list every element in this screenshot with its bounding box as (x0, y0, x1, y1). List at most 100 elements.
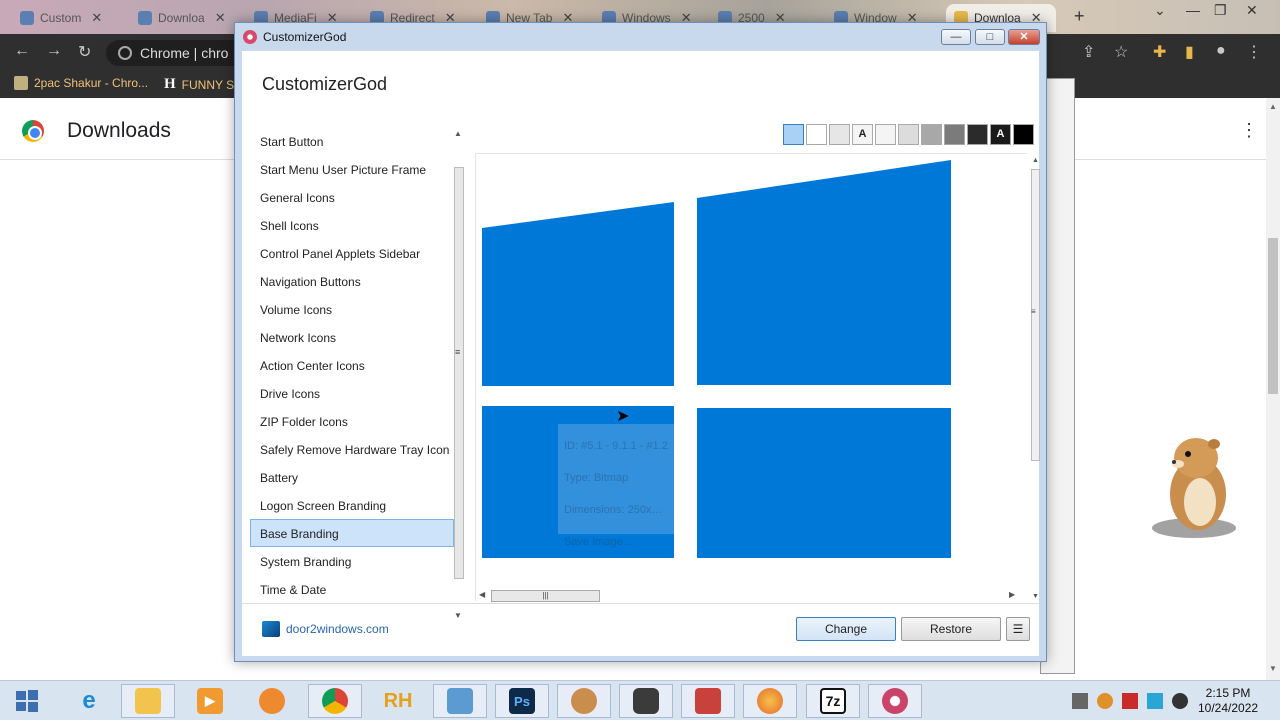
taskbar-clock-app[interactable] (619, 684, 673, 718)
taskbar-chrome[interactable] (308, 684, 362, 718)
close-button[interactable]: ✕ (1008, 29, 1040, 45)
category-item[interactable]: Time & Date (250, 575, 454, 603)
close-icon[interactable]: ✕ (1246, 2, 1258, 19)
logo-pane-top-right (697, 160, 951, 385)
minimize-button[interactable]: — (941, 29, 971, 45)
share-icon[interactable]: ⇪ (1082, 42, 1095, 62)
background-swatch[interactable] (967, 124, 988, 145)
bookmark-star-icon[interactable]: ☆ (1114, 42, 1128, 62)
category-item[interactable]: ZIP Folder Icons (250, 407, 454, 435)
back-icon[interactable]: ← (14, 42, 30, 60)
background-swatch[interactable] (1013, 124, 1034, 145)
background-swatches: AA (783, 124, 1034, 145)
tray-network-icon[interactable] (1147, 693, 1163, 709)
scroll-up-icon[interactable]: ▲ (1032, 157, 1039, 164)
menu-button[interactable]: ☰ (1006, 617, 1030, 641)
restore-icon[interactable]: ❐ (1214, 2, 1227, 19)
new-tab-icon[interactable]: + (1074, 6, 1085, 27)
extensions-icon[interactable]: ✚ (1153, 42, 1166, 62)
taskbar-hamster[interactable] (557, 684, 611, 718)
tray-search-icon[interactable] (1097, 693, 1113, 709)
side-panel-icon[interactable]: ▮ (1185, 42, 1194, 62)
category-item[interactable]: Drive Icons (250, 379, 454, 407)
background-swatch[interactable] (806, 124, 827, 145)
forward-icon[interactable]: → (46, 42, 62, 60)
taskbar-file-explorer[interactable] (121, 684, 175, 718)
category-item[interactable]: General Icons (250, 183, 454, 211)
taskbar-ie[interactable]: e (62, 684, 116, 718)
internet-explorer-icon: e (82, 687, 96, 714)
tab-search-icon[interactable]: ⌄ (1154, 2, 1166, 19)
tray-app-icon[interactable] (1072, 693, 1088, 709)
scroll-down-icon[interactable]: ▼ (1269, 664, 1277, 673)
category-item[interactable]: Battery (250, 463, 454, 491)
downloads-menu-icon[interactable]: ⋮ (1240, 120, 1258, 141)
browser-tab[interactable]: Downloa ✕ (130, 4, 234, 32)
scroll-up-icon[interactable]: ▲ (454, 129, 462, 138)
taskbar-7zip[interactable]: 7z (806, 684, 860, 718)
background-swatch[interactable]: A (852, 124, 873, 145)
category-item[interactable]: Navigation Buttons (250, 267, 454, 295)
minimize-icon[interactable]: — (1186, 2, 1200, 18)
background-swatch[interactable] (898, 124, 919, 145)
preview-vertical-scrollbar[interactable]: ▲ ≡ ▼ (1028, 153, 1042, 601)
bookmark-item[interactable]: H FUNNY S (164, 76, 234, 93)
category-item[interactable]: Volume Icons (250, 295, 454, 323)
start-button-icon[interactable] (16, 690, 38, 712)
page-scrollbar[interactable]: ▲ ▼ (1266, 98, 1280, 680)
tab-close-icon[interactable]: ✕ (215, 10, 226, 26)
category-item[interactable]: Network Icons (250, 323, 454, 351)
category-scrollbar[interactable]: ▲ ≡ ▼ (452, 127, 466, 627)
tab-close-icon[interactable]: ✕ (91, 10, 102, 26)
tray-volume-icon[interactable] (1172, 693, 1188, 709)
scroll-thumb[interactable]: ||| (491, 590, 600, 602)
background-swatch[interactable] (875, 124, 896, 145)
door2windows-logo-icon (262, 621, 280, 637)
taskbar-image-viewer[interactable] (433, 684, 487, 718)
background-swatch[interactable] (944, 124, 965, 145)
taskbar-toolbox[interactable] (681, 684, 735, 718)
background-swatch[interactable] (921, 124, 942, 145)
category-item[interactable]: Start Menu User Picture Frame (250, 155, 454, 183)
background-swatch[interactable]: A (990, 124, 1011, 145)
tray-flag-icon[interactable] (1122, 693, 1138, 709)
browser-tab[interactable]: Custom ✕ (12, 4, 110, 32)
scroll-left-icon[interactable]: ◀ (479, 590, 485, 599)
image-preview[interactable]: ID: #5.1 - 9.1.1 - #1.2 Type: Bitmap Dim… (475, 153, 1027, 601)
taskbar-orange-app[interactable] (245, 684, 299, 718)
category-item[interactable]: Control Panel Applets Sidebar (250, 239, 454, 267)
chrome-menu-icon[interactable]: ⋮ (1246, 42, 1262, 62)
taskbar-photoshop[interactable]: Ps (495, 684, 549, 718)
category-item[interactable]: Action Center Icons (250, 351, 454, 379)
category-item[interactable]: Shell Icons (250, 211, 454, 239)
maximize-button[interactable]: □ (975, 29, 1005, 45)
change-button[interactable]: Change (796, 617, 896, 641)
bookmark-item[interactable]: 2pac Shakur - Chro... (14, 76, 148, 90)
scroll-thumb[interactable] (454, 167, 464, 579)
background-swatch[interactable] (783, 124, 804, 145)
taskbar-customizergod[interactable] (868, 684, 922, 718)
taskbar-clock[interactable]: 2:15 PM 10/24/2022 (1198, 686, 1258, 716)
category-item[interactable]: System Branding (250, 547, 454, 575)
preview-horizontal-scrollbar[interactable]: ◀ ||| ▶ (475, 589, 1027, 603)
scroll-up-icon[interactable]: ▲ (1269, 102, 1277, 111)
address-bar[interactable]: Chrome | chro (106, 40, 246, 66)
mouse-cursor-icon: ➤ (616, 408, 630, 425)
scroll-right-icon[interactable]: ▶ (1009, 590, 1015, 599)
taskbar-media-player[interactable]: ▶ (183, 684, 237, 718)
taskbar-firefox[interactable] (743, 684, 797, 718)
taskbar-rh[interactable]: RH (371, 684, 425, 718)
category-item[interactable]: Logon Screen Branding (250, 491, 454, 519)
scroll-thumb[interactable] (1268, 238, 1278, 394)
reload-icon[interactable]: ↻ (78, 42, 91, 62)
category-item[interactable]: Start Button (250, 127, 454, 155)
window-titlebar[interactable]: CustomizerGod — □ ✕ (235, 23, 1046, 51)
restore-button[interactable]: Restore (901, 617, 1001, 641)
category-item[interactable]: Safely Remove Hardware Tray Icon (250, 435, 454, 463)
profile-avatar-icon[interactable]: ● (1216, 42, 1226, 60)
background-swatch[interactable] (829, 124, 850, 145)
category-item-selected[interactable]: Base Branding (250, 519, 454, 547)
scroll-down-icon[interactable]: ▼ (1032, 593, 1039, 600)
hamster-desktop-pet[interactable] (1148, 432, 1240, 542)
door2windows-link[interactable]: door2windows.com (262, 621, 389, 637)
